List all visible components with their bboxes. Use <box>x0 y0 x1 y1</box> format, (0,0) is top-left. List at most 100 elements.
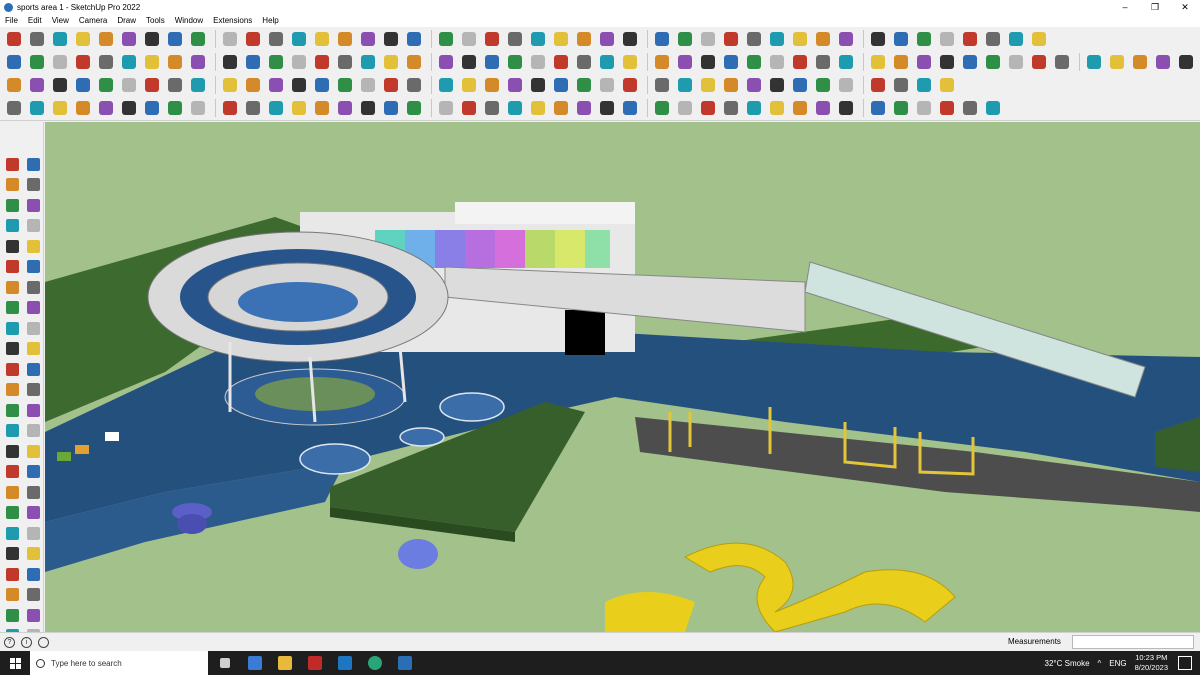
left-tool-20-1[interactable] <box>3 545 21 563</box>
left-tool-12-2[interactable] <box>24 381 42 399</box>
menu-tools[interactable]: Tools <box>141 16 170 25</box>
toolbar-button-1-5[interactable] <box>96 29 116 49</box>
toolbar-button-4-14[interactable] <box>312 98 332 118</box>
toolbar-button-3-32[interactable] <box>744 75 764 95</box>
toolbar-button-3-6[interactable] <box>119 75 139 95</box>
toolbar-button-2-47[interactable] <box>1107 52 1127 72</box>
left-tool-14-2[interactable] <box>24 422 42 440</box>
toolbar-button-2-42[interactable] <box>983 52 1003 72</box>
toolbar-button-4-8[interactable] <box>165 98 185 118</box>
left-tool-3-1[interactable] <box>3 196 21 214</box>
toolbar-button-1-38[interactable] <box>891 29 911 49</box>
toolbar-button-2-15[interactable] <box>335 52 355 72</box>
toolbar-button-4-28[interactable] <box>652 98 672 118</box>
left-tool-21-1[interactable] <box>3 565 21 583</box>
toolbar-button-1-41[interactable] <box>960 29 980 49</box>
toolbar-button-3-5[interactable] <box>96 75 116 95</box>
toolbar-button-1-40[interactable] <box>937 29 957 49</box>
toolbar-button-1-9[interactable] <box>188 29 208 49</box>
toolbar-button-2-28[interactable] <box>652 52 672 72</box>
toolbar-button-2-40[interactable] <box>937 52 957 72</box>
toolbar-button-1-39[interactable] <box>914 29 934 49</box>
toolbar-button-4-31[interactable] <box>721 98 741 118</box>
taskbar-search[interactable]: Type here to search <box>30 651 208 675</box>
toolbar-button-4-12[interactable] <box>266 98 286 118</box>
left-tool-23-1[interactable] <box>3 606 21 624</box>
toolbar-button-3-33[interactable] <box>767 75 787 95</box>
toolbar-button-3-31[interactable] <box>721 75 741 95</box>
toolbar-button-2-16[interactable] <box>358 52 378 72</box>
toolbar-button-4-2[interactable] <box>27 98 47 118</box>
toolbar-button-1-11[interactable] <box>243 29 263 49</box>
left-tool-8-1[interactable] <box>3 299 21 317</box>
toolbar-button-3-34[interactable] <box>790 75 810 95</box>
toolbar-button-4-9[interactable] <box>188 98 208 118</box>
toolbar-button-2-44[interactable] <box>1029 52 1049 72</box>
toolbar-button-2-13[interactable] <box>289 52 309 72</box>
toolbar-button-3-16[interactable] <box>358 75 378 95</box>
left-tool-11-1[interactable] <box>3 360 21 378</box>
toolbar-button-1-37[interactable] <box>868 29 888 49</box>
left-tool-8-2[interactable] <box>24 299 42 317</box>
photoshop-app-icon[interactable] <box>334 653 356 673</box>
toolbar-button-4-3[interactable] <box>50 98 70 118</box>
sketchup-app-icon[interactable] <box>394 653 416 673</box>
toolbar-button-4-29[interactable] <box>675 98 695 118</box>
menu-file[interactable]: File <box>0 16 23 25</box>
toolbar-button-3-24[interactable] <box>551 75 571 95</box>
toolbar-button-3-22[interactable] <box>505 75 525 95</box>
toolbar-button-2-32[interactable] <box>744 52 764 72</box>
toolbar-button-1-1[interactable] <box>4 29 24 49</box>
menu-edit[interactable]: Edit <box>23 16 47 25</box>
toolbar-button-2-25[interactable] <box>574 52 594 72</box>
toolbar-button-2-30[interactable] <box>698 52 718 72</box>
calculator-app-icon[interactable] <box>244 653 266 673</box>
toolbar-button-2-22[interactable] <box>505 52 525 72</box>
left-tool-7-2[interactable] <box>24 278 42 296</box>
toolbar-button-1-4[interactable] <box>73 29 93 49</box>
left-tool-6-2[interactable] <box>24 258 42 276</box>
toolbar-button-1-29[interactable] <box>675 29 695 49</box>
toolbar-button-2-24[interactable] <box>551 52 571 72</box>
toolbar-button-3-36[interactable] <box>836 75 856 95</box>
toolbar-button-3-11[interactable] <box>243 75 263 95</box>
toolbar-button-2-5[interactable] <box>96 52 116 72</box>
language-indicator[interactable]: ENG <box>1109 659 1126 668</box>
toolbar-button-4-11[interactable] <box>243 98 263 118</box>
toolbar-button-4-27[interactable] <box>620 98 640 118</box>
toolbar-button-2-11[interactable] <box>243 52 263 72</box>
toolbar-button-3-25[interactable] <box>574 75 594 95</box>
toolbar-button-3-13[interactable] <box>289 75 309 95</box>
toolbar-button-2-26[interactable] <box>597 52 617 72</box>
toolbar-button-2-21[interactable] <box>482 52 502 72</box>
toolbar-button-2-38[interactable] <box>891 52 911 72</box>
toolbar-button-1-21[interactable] <box>482 29 502 49</box>
toolbar-button-1-22[interactable] <box>505 29 525 49</box>
left-tool-18-2[interactable] <box>24 504 42 522</box>
toolbar-button-2-10[interactable] <box>220 52 240 72</box>
toolbar-button-3-14[interactable] <box>312 75 332 95</box>
left-tool-7-1[interactable] <box>3 278 21 296</box>
left-tool-5-2[interactable] <box>24 237 42 255</box>
toolbar-button-4-24[interactable] <box>551 98 571 118</box>
toolbar-button-4-25[interactable] <box>574 98 594 118</box>
toolbar-button-1-10[interactable] <box>220 29 240 49</box>
menu-camera[interactable]: Camera <box>74 16 112 25</box>
toolbar-button-2-43[interactable] <box>1006 52 1026 72</box>
left-tool-18-1[interactable] <box>3 504 21 522</box>
toolbar-button-4-37[interactable] <box>868 98 888 118</box>
left-tool-22-1[interactable] <box>3 586 21 604</box>
toolbar-button-2-1[interactable] <box>4 52 24 72</box>
toolbar-button-4-18[interactable] <box>404 98 424 118</box>
left-tool-4-2[interactable] <box>24 217 42 235</box>
info-circle-icon[interactable]: i <box>21 636 32 648</box>
toolbar-button-2-8[interactable] <box>165 52 185 72</box>
toolbar-button-3-30[interactable] <box>698 75 718 95</box>
left-tool-16-2[interactable] <box>24 463 42 481</box>
restore-button[interactable]: ❐ <box>1140 0 1170 14</box>
toolbar-button-4-6[interactable] <box>119 98 139 118</box>
toolbar-button-4-30[interactable] <box>698 98 718 118</box>
toolbar-button-2-2[interactable] <box>27 52 47 72</box>
menu-extensions[interactable]: Extensions <box>208 16 257 25</box>
toolbar-button-1-34[interactable] <box>790 29 810 49</box>
